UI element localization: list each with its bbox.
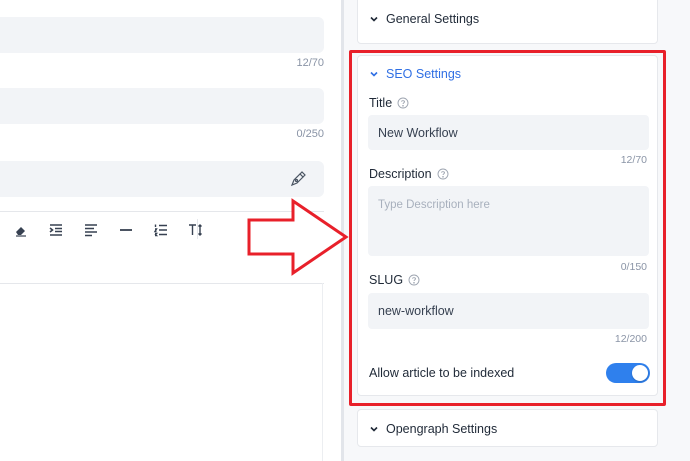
indent-icon[interactable] bbox=[45, 219, 67, 241]
horizontal-rule-icon[interactable] bbox=[115, 219, 137, 241]
general-settings-label: General Settings bbox=[386, 12, 480, 26]
text-size-icon[interactable] bbox=[185, 219, 207, 241]
opengraph-settings-label: Opengraph Settings bbox=[386, 422, 498, 436]
general-settings-header[interactable]: General Settings bbox=[369, 12, 479, 26]
chevron-down-icon bbox=[370, 16, 378, 22]
title-char-count: 12/70 bbox=[296, 57, 324, 69]
author-input[interactable] bbox=[0, 161, 324, 197]
title-input[interactable] bbox=[0, 17, 324, 53]
toolbar-border-bottom bbox=[0, 283, 324, 284]
editor-toolbar bbox=[10, 219, 220, 241]
opengraph-settings-header[interactable]: Opengraph Settings bbox=[369, 422, 497, 436]
general-settings-section[interactable]: General Settings bbox=[357, 0, 658, 44]
opengraph-settings-section[interactable]: Opengraph Settings bbox=[357, 409, 658, 447]
arrow-right-icon bbox=[247, 198, 349, 276]
eraser-icon[interactable] bbox=[10, 219, 32, 241]
highlight-box bbox=[349, 50, 666, 406]
chevron-down-icon bbox=[370, 426, 378, 432]
align-left-icon[interactable] bbox=[80, 219, 102, 241]
pen-icon[interactable] bbox=[289, 170, 307, 188]
excerpt-char-count: 0/250 bbox=[296, 128, 324, 140]
excerpt-input[interactable] bbox=[0, 88, 324, 124]
editor-body-border bbox=[322, 283, 323, 461]
ordered-list-icon[interactable] bbox=[150, 219, 172, 241]
toolbar-separator bbox=[197, 219, 198, 239]
